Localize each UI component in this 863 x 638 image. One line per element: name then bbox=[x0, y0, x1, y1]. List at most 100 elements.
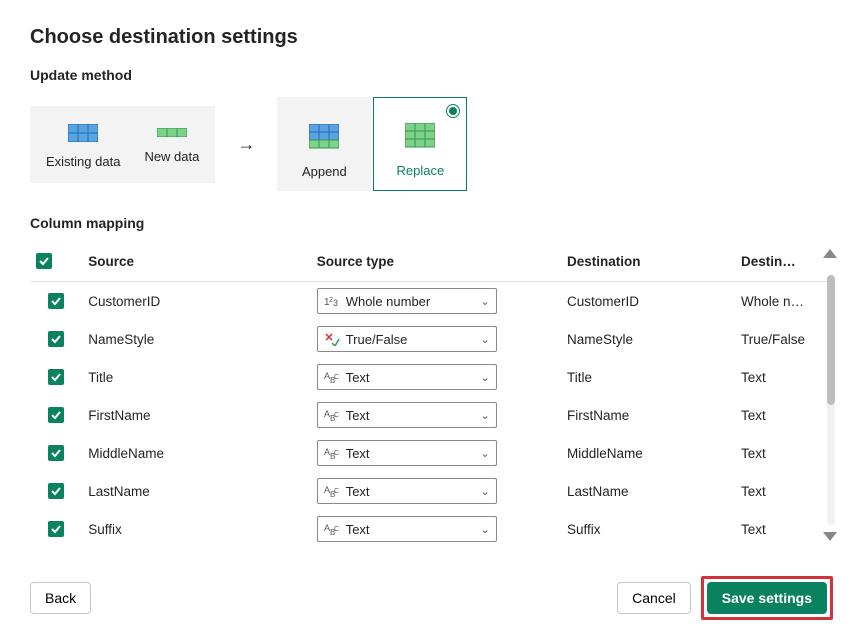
row-source: CustomerID bbox=[82, 282, 310, 321]
row-checkbox[interactable] bbox=[48, 369, 64, 385]
table-row: MiddleNameABCText⌄MiddleNameText bbox=[30, 434, 833, 472]
row-destination: CustomerID bbox=[561, 282, 735, 321]
option-cards: Append Replace bbox=[277, 97, 467, 191]
update-method-row: Existing data New data → bbox=[30, 97, 833, 191]
source-type-select[interactable]: 123 Whole number ⌄ bbox=[317, 288, 497, 314]
source-type-label: Text bbox=[346, 522, 475, 537]
chevron-down-icon: ⌄ bbox=[480, 523, 489, 536]
row-destination-type: Text bbox=[735, 510, 833, 545]
svg-text:C: C bbox=[334, 488, 339, 495]
save-highlight: Save settings bbox=[701, 576, 833, 620]
row-checkbox[interactable] bbox=[48, 331, 64, 347]
table-row: LastNameABCText⌄LastNameText bbox=[30, 472, 833, 510]
chevron-down-icon: ⌄ bbox=[480, 485, 489, 498]
page-root: Choose destination settings Update metho… bbox=[0, 0, 863, 638]
chevron-down-icon: ⌄ bbox=[480, 295, 489, 308]
svg-text:C: C bbox=[334, 374, 339, 381]
arrow-icon: → bbox=[237, 134, 255, 155]
type-icon: ABC bbox=[324, 370, 340, 384]
row-destination-type: Text bbox=[735, 396, 833, 434]
header-source: Source bbox=[82, 245, 310, 282]
legend-new-label: New data bbox=[144, 149, 199, 164]
row-checkbox[interactable] bbox=[48, 445, 64, 461]
new-data-icon bbox=[157, 128, 187, 137]
table-row: FirstNameABCText⌄FirstNameText bbox=[30, 396, 833, 434]
row-source: LastName bbox=[82, 472, 310, 510]
source-type-select[interactable]: ABCText⌄ bbox=[317, 364, 497, 390]
svg-text:3: 3 bbox=[333, 298, 338, 308]
mapping-area: Source Source type Destination Destin… C… bbox=[30, 245, 833, 545]
row-destination: Suffix bbox=[561, 510, 735, 545]
select-all-checkbox[interactable] bbox=[36, 253, 52, 269]
type-icon bbox=[324, 332, 340, 346]
option-append[interactable]: Append bbox=[277, 97, 371, 191]
scroll-up-icon[interactable] bbox=[823, 249, 837, 258]
row-source: FirstName bbox=[82, 396, 310, 434]
cancel-button[interactable]: Cancel bbox=[617, 582, 691, 614]
append-icon bbox=[309, 124, 339, 150]
source-type-select[interactable]: True/False⌄ bbox=[317, 326, 497, 352]
replace-icon bbox=[405, 123, 435, 149]
row-destination-type: Text bbox=[735, 434, 833, 472]
header-destination: Destination bbox=[561, 245, 735, 282]
row-source: MiddleName bbox=[82, 434, 310, 472]
row-checkbox[interactable] bbox=[48, 483, 64, 499]
svg-text:C: C bbox=[334, 526, 339, 533]
type-icon: ABC bbox=[324, 446, 340, 460]
table-row: SuffixABCText⌄SuffixText bbox=[30, 510, 833, 545]
type-icon: ABC bbox=[324, 484, 340, 498]
source-type-select[interactable]: ABC Text ⌄ bbox=[317, 516, 497, 542]
source-type-select[interactable]: ABC Text ⌄ bbox=[317, 440, 497, 466]
page-title: Choose destination settings bbox=[30, 26, 833, 49]
radio-selected-icon bbox=[446, 104, 460, 118]
source-type-label: Text bbox=[346, 370, 475, 385]
source-type-label: Text bbox=[346, 408, 475, 423]
row-destination-type: Whole n… bbox=[735, 282, 833, 321]
legend-new: New data bbox=[144, 128, 199, 164]
existing-data-icon bbox=[68, 124, 98, 142]
source-type-label: Whole number bbox=[346, 294, 475, 309]
chevron-down-icon: ⌄ bbox=[480, 333, 489, 346]
column-mapping-heading: Column mapping bbox=[30, 215, 833, 231]
source-type-select[interactable]: ABC Text ⌄ bbox=[317, 478, 497, 504]
header-destination-type: Destin… bbox=[735, 245, 833, 282]
row-destination: NameStyle bbox=[561, 320, 735, 358]
footer: Back Cancel Save settings bbox=[30, 576, 833, 620]
row-checkbox[interactable] bbox=[48, 407, 64, 423]
row-destination: Title bbox=[561, 358, 735, 396]
row-source: Suffix bbox=[82, 510, 310, 545]
svg-text:C: C bbox=[334, 450, 339, 457]
header-checkbox-cell bbox=[30, 245, 82, 282]
table-row: TitleABCText⌄TitleText bbox=[30, 358, 833, 396]
row-destination-type: Text bbox=[735, 472, 833, 510]
scroll-thumb[interactable] bbox=[827, 275, 835, 405]
header-source-type: Source type bbox=[311, 245, 561, 282]
row-source: Title bbox=[82, 358, 310, 396]
save-settings-button[interactable]: Save settings bbox=[707, 582, 827, 614]
row-checkbox[interactable] bbox=[48, 521, 64, 537]
table-row: NameStyleTrue/False⌄NameStyleTrue/False bbox=[30, 320, 833, 358]
type-icon: 123 bbox=[324, 294, 340, 308]
back-button[interactable]: Back bbox=[30, 582, 91, 614]
option-replace[interactable]: Replace bbox=[373, 97, 467, 191]
chevron-down-icon: ⌄ bbox=[480, 447, 489, 460]
option-replace-label: Replace bbox=[397, 163, 445, 178]
row-destination: LastName bbox=[561, 472, 735, 510]
row-destination-type: Text bbox=[735, 358, 833, 396]
data-legend-card: Existing data New data bbox=[30, 106, 215, 183]
source-type-label: Text bbox=[346, 484, 475, 499]
table-row: CustomerID123Whole number⌄CustomerIDWhol… bbox=[30, 282, 833, 321]
mapping-table: Source Source type Destination Destin… C… bbox=[30, 245, 833, 545]
scroll-down-icon[interactable] bbox=[823, 532, 837, 541]
svg-text:C: C bbox=[334, 412, 339, 419]
legend-existing-label: Existing data bbox=[46, 154, 120, 169]
row-destination: FirstName bbox=[561, 396, 735, 434]
source-type-label: Text bbox=[346, 446, 475, 461]
row-checkbox[interactable] bbox=[48, 293, 64, 309]
row-source: NameStyle bbox=[82, 320, 310, 358]
legend-existing: Existing data bbox=[46, 124, 120, 169]
row-destination: MiddleName bbox=[561, 434, 735, 472]
type-icon: ABC bbox=[324, 522, 340, 536]
chevron-down-icon: ⌄ bbox=[480, 409, 489, 422]
source-type-select[interactable]: ABCText⌄ bbox=[317, 402, 497, 428]
